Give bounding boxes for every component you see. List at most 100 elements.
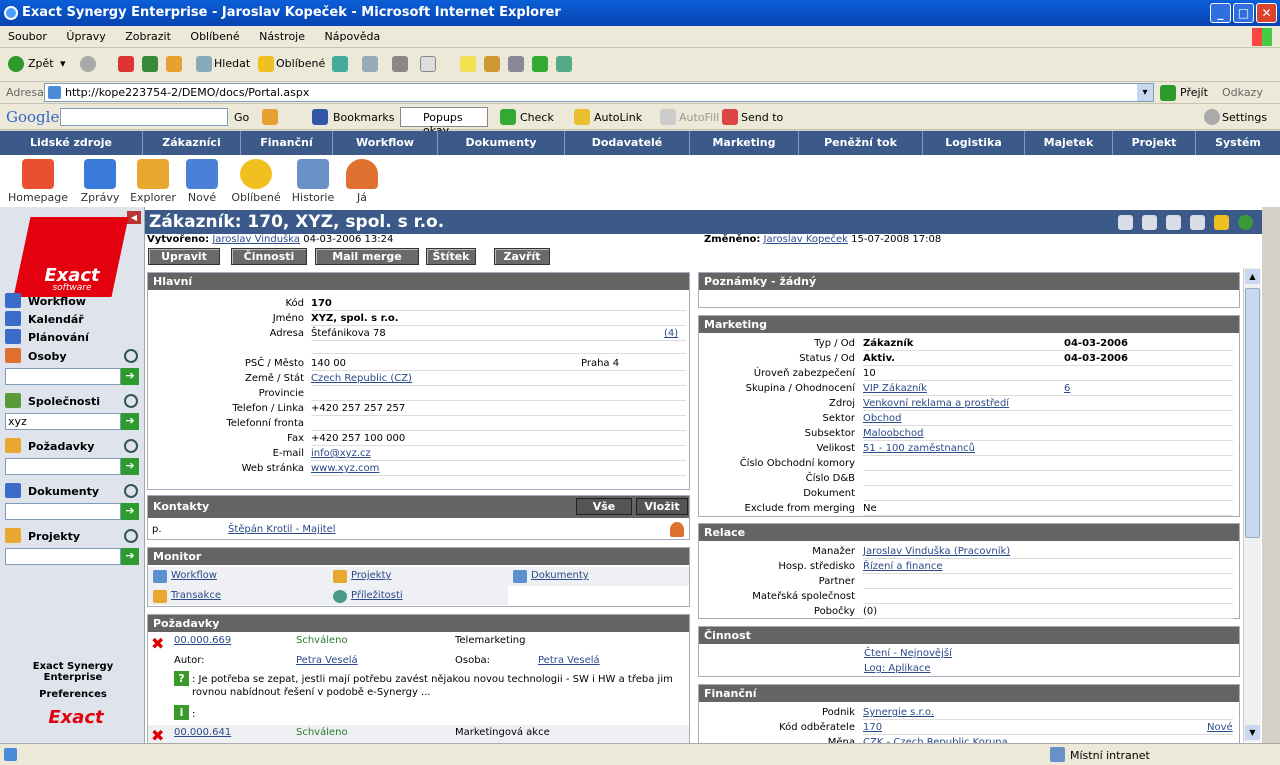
projects-go-button[interactable]: ➔ xyxy=(121,548,139,565)
search-button[interactable]: Hledat xyxy=(214,57,250,70)
created-by-link[interactable]: Jaroslav Vinduška xyxy=(212,234,300,245)
persons-search-icon[interactable] xyxy=(124,349,138,363)
history-button[interactable]: Historie xyxy=(290,159,336,204)
companies-search-input[interactable]: xyz xyxy=(5,413,121,430)
persons-search-input[interactable] xyxy=(5,368,121,385)
database-icon[interactable] xyxy=(1118,215,1133,230)
nav-project[interactable]: Projekt xyxy=(1113,131,1196,155)
history-icon[interactable] xyxy=(332,56,348,72)
minimize-button[interactable]: _ xyxy=(1210,3,1231,23)
settings-button[interactable]: Settings xyxy=(1222,111,1267,124)
print-icon[interactable] xyxy=(392,56,408,72)
monitor-documents-link[interactable]: Dokumenty xyxy=(511,570,589,583)
request-2-link[interactable]: 00.000.641 xyxy=(174,727,231,738)
person-link[interactable]: Petra Veselá xyxy=(538,655,600,666)
monitor-workflow-link[interactable]: Workflow xyxy=(151,570,217,583)
autofill-button[interactable]: AutoFill xyxy=(679,111,719,124)
scroll-down-icon[interactable]: ▼ xyxy=(1245,725,1260,740)
activities-button[interactable]: Činnosti xyxy=(231,248,307,265)
bookmarks-star-icon[interactable] xyxy=(312,109,328,125)
request-1-link[interactable]: 00.000.669 xyxy=(174,635,231,646)
address-dropdown-icon[interactable]: ▾ xyxy=(1137,84,1153,101)
monitor-opportunities-link[interactable]: Příležitosti xyxy=(331,590,403,603)
projects-search-icon[interactable] xyxy=(124,529,138,543)
go-button[interactable]: Přejít xyxy=(1180,86,1208,99)
home-icon[interactable] xyxy=(166,56,182,72)
nav-workflow[interactable]: Workflow xyxy=(333,131,438,155)
sendto-button[interactable]: Send to xyxy=(741,111,783,124)
favorites-nav-button[interactable]: Oblíbené xyxy=(228,159,284,204)
nav-marketing[interactable]: Marketing xyxy=(690,131,799,155)
nav-documents[interactable]: Dokumenty xyxy=(438,131,565,155)
documents-go-button[interactable]: ➔ xyxy=(121,503,139,520)
sidebar-item-projects[interactable]: Projekty xyxy=(5,528,80,543)
contacts-all-button[interactable]: Vše xyxy=(576,498,632,515)
field-value-e-mail[interactable]: info@xyz.cz xyxy=(311,446,686,461)
autolink-icon[interactable] xyxy=(574,109,590,125)
nav-logistics[interactable]: Logistika xyxy=(923,131,1025,155)
export-icon[interactable] xyxy=(1142,215,1157,230)
address-input[interactable]: http://kope223754-2/DEMO/docs/Portal.asp… xyxy=(44,83,1154,102)
google-search-input[interactable] xyxy=(60,108,228,126)
me-button[interactable]: Já xyxy=(342,159,382,204)
nav-system[interactable]: Systém xyxy=(1196,131,1280,155)
nav-suppliers[interactable]: Dodavatelé xyxy=(565,131,690,155)
changed-by-link[interactable]: Jaroslav Kopeček xyxy=(764,234,848,245)
menu-view[interactable]: Zobrazit xyxy=(117,26,179,43)
window-icon[interactable] xyxy=(1166,215,1181,230)
autolink-button[interactable]: AutoLink xyxy=(594,111,642,124)
relation-value-hosp-stredisko[interactable]: Řízení a finance xyxy=(863,559,1233,574)
close-button[interactable]: ✕ xyxy=(1256,3,1277,23)
requests-search-input[interactable] xyxy=(5,458,121,475)
research-icon[interactable] xyxy=(508,56,524,72)
marketing-value-sektor[interactable]: Obchod xyxy=(863,411,1233,426)
google-options-icon[interactable] xyxy=(262,109,278,125)
scroll-thumb[interactable] xyxy=(1245,288,1260,538)
companies-go-button[interactable]: ➔ xyxy=(121,413,139,430)
marketing-value-subsektor[interactable]: Maloobchod xyxy=(863,426,1233,441)
autofill-icon[interactable] xyxy=(660,109,676,125)
nav-customers[interactable]: Zákazníci xyxy=(143,131,241,155)
popups-toggle[interactable]: Popups okay xyxy=(400,107,488,137)
messages-button[interactable]: Zprávy xyxy=(78,159,122,204)
field-value-zeme-stat[interactable]: Czech Republic (CZ) xyxy=(311,371,686,386)
sidebar-item-calendar[interactable]: Kalendář xyxy=(5,311,84,326)
menu-file[interactable]: Soubor xyxy=(0,26,55,43)
projects-search-input[interactable] xyxy=(5,548,121,565)
tool-icon[interactable] xyxy=(556,56,572,72)
note-icon[interactable] xyxy=(460,56,476,72)
activity-read-link[interactable]: Čtení - Nejnovější xyxy=(864,648,952,659)
menu-edit[interactable]: Úpravy xyxy=(58,26,113,43)
check-button[interactable]: Check xyxy=(520,111,554,124)
homepage-button[interactable]: Homepage xyxy=(4,159,72,204)
messenger-icon[interactable] xyxy=(532,56,548,72)
relation-value-manazer[interactable]: Jaroslav Vinduška (Pracovník) xyxy=(863,544,1233,559)
finance-value-podnik[interactable]: Synergie s.r.o. xyxy=(863,705,1233,720)
links-label[interactable]: Odkazy xyxy=(1222,86,1263,99)
address-count-link[interactable]: (4) xyxy=(664,326,678,341)
mail-merge-button[interactable]: Mail merge xyxy=(315,248,419,265)
sidebar-item-requests[interactable]: Požadavky xyxy=(5,438,94,453)
activity-log-link[interactable]: Log: Aplikace xyxy=(864,663,931,674)
author-link[interactable]: Petra Veselá xyxy=(296,655,358,666)
scroll-up-icon[interactable]: ▲ xyxy=(1245,269,1260,284)
sendto-icon[interactable] xyxy=(722,109,738,125)
preferences-link[interactable]: Preferences xyxy=(20,689,126,700)
field-value-web-stranka[interactable]: www.xyz.com xyxy=(311,461,686,476)
menu-favorites[interactable]: Oblíbené xyxy=(182,26,247,43)
favorites-button[interactable]: Oblíbené xyxy=(276,57,325,70)
nav-cashflow[interactable]: Peněžní tok xyxy=(799,131,923,155)
content-scrollbar[interactable]: ▲ ▼ xyxy=(1243,268,1261,742)
contacts-insert-button[interactable]: Vložit xyxy=(636,498,688,515)
companies-search-icon[interactable] xyxy=(124,394,138,408)
marketing-rating-link[interactable]: 6 xyxy=(1064,381,1070,396)
collapse-sidebar-icon[interactable]: ◀ xyxy=(127,211,141,224)
back-icon[interactable] xyxy=(8,56,24,72)
requests-search-icon[interactable] xyxy=(124,439,138,453)
refresh-icon[interactable] xyxy=(142,56,158,72)
go-arrow-icon[interactable] xyxy=(1160,85,1176,101)
finance-value-kod-odberatele[interactable]: 170 xyxy=(863,720,1233,735)
nav-finance[interactable]: Finanční xyxy=(241,131,333,155)
documents-search-icon[interactable] xyxy=(124,484,138,498)
back-dropdown-icon[interactable]: ▾ xyxy=(60,57,66,70)
